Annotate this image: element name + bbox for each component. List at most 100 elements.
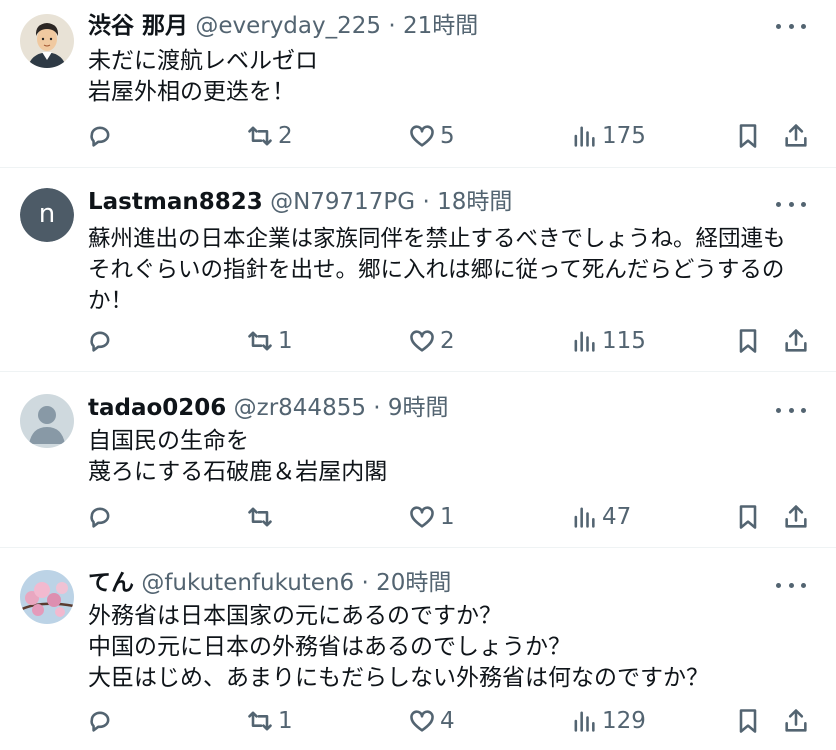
view-count: 47: [602, 504, 632, 530]
separator-dot: ·: [361, 570, 369, 596]
views-chart-icon: [574, 507, 595, 528]
retweet-button[interactable]: 1: [246, 703, 293, 739]
like-count: 5: [440, 123, 455, 149]
more-options-icon[interactable]: [776, 14, 806, 38]
tweet-header: tadao0206 @zr844855 · 9時間: [88, 393, 449, 423]
action-bar: 1 47: [0, 499, 836, 535]
separator-dot: ·: [422, 189, 430, 215]
reply-button[interactable]: [86, 323, 118, 359]
retweet-count: 1: [278, 708, 293, 734]
retweet-button[interactable]: 1: [246, 323, 293, 359]
timestamp[interactable]: 21時間: [403, 13, 478, 39]
reply-icon: [90, 126, 110, 147]
user-handle[interactable]: @zr844855: [234, 395, 366, 421]
bookmark-icon: [739, 505, 757, 529]
bookmark-button[interactable]: [734, 499, 762, 535]
avatar[interactable]: [20, 394, 74, 448]
tweet-header: Lastman8823 @N79717PG · 18時間: [88, 187, 512, 217]
tweet-text-line: 岩屋外相の更迭を！: [88, 79, 295, 105]
tweet-text-line: か！: [88, 288, 134, 314]
separator-dot: ·: [373, 395, 381, 421]
views-chart-icon: [574, 126, 595, 147]
tweet-text-line: 外務省は日本国家の元にあるのですか？: [88, 603, 502, 629]
bookmark-icon: [739, 124, 757, 148]
tweet-header: 渋谷 那月 @everyday_225 · 21時間: [88, 11, 478, 41]
like-count: 1: [440, 504, 455, 530]
like-count: 2: [440, 328, 455, 354]
action-bar: 1 2 115: [0, 323, 836, 359]
display-name[interactable]: Lastman8823: [88, 189, 263, 215]
avatar-letter: n: [38, 199, 56, 229]
tweet[interactable]: tadao0206 @zr844855 · 9時間 自国民の生命を 蔑ろにする石…: [0, 372, 836, 548]
share-button[interactable]: [782, 703, 810, 739]
like-button[interactable]: 2: [408, 323, 455, 359]
reply-button[interactable]: [86, 118, 118, 154]
tweet-text-line: 蔑ろにする石破鹿＆岩屋内閣: [88, 459, 388, 485]
like-button[interactable]: 5: [408, 118, 455, 154]
views-chart-icon: [574, 331, 595, 352]
share-button[interactable]: [782, 323, 810, 359]
cherry-blossom-avatar-icon: [20, 570, 74, 624]
retweet-button[interactable]: 2: [246, 118, 293, 154]
display-name[interactable]: 渋谷 那月: [88, 13, 188, 39]
share-icon: [785, 124, 807, 147]
like-count: 4: [440, 708, 455, 734]
timestamp[interactable]: 20時間: [376, 570, 451, 596]
views-button[interactable]: 129: [570, 703, 646, 739]
views-chart-icon: [574, 711, 595, 732]
view-count: 175: [602, 123, 646, 149]
share-icon: [785, 709, 807, 732]
avatar[interactable]: n: [20, 188, 74, 242]
tweet-text-line: それぐらいの指針を出せ。郷に入れは郷に従って死んだらどうするの: [88, 257, 785, 283]
separator-dot: ·: [388, 13, 396, 39]
action-bar: 2 5 175: [0, 118, 836, 154]
user-handle[interactable]: @everyday_225: [195, 13, 381, 39]
reply-icon: [90, 331, 110, 352]
retweet-icon: [248, 507, 272, 527]
tweet-text: 自国民の生命を 蔑ろにする石破鹿＆岩屋内閣: [88, 426, 387, 488]
retweet-count: 1: [278, 328, 293, 354]
bookmark-button[interactable]: [734, 703, 762, 739]
display-name[interactable]: tadao0206: [88, 395, 226, 421]
like-button[interactable]: 4: [408, 703, 455, 739]
reply-button[interactable]: [86, 499, 118, 535]
user-handle[interactable]: @N79717PG: [270, 189, 415, 215]
more-options-icon[interactable]: [776, 398, 806, 422]
retweet-icon: [248, 331, 272, 351]
like-button[interactable]: 1: [408, 499, 455, 535]
views-button[interactable]: 47: [570, 499, 631, 535]
more-options-icon[interactable]: [776, 192, 806, 216]
tweet-text-line: 蘇州進出の日本企業は家族同伴を禁止するべきでしょうね。経団連も: [88, 226, 786, 252]
views-button[interactable]: 175: [570, 118, 646, 154]
tweet-text-line: 大臣はじめ、あまりにもだらしない外務省は何なのですか？: [88, 665, 709, 691]
tweet[interactable]: n Lastman8823 @N79717PG · 18時間 蘇州進出の日本企業…: [0, 168, 836, 372]
retweet-button[interactable]: [246, 499, 278, 535]
bookmark-icon: [739, 329, 757, 353]
more-options-icon[interactable]: [776, 573, 806, 597]
user-handle[interactable]: @fukutenfukuten6: [141, 570, 354, 596]
retweet-count: 2: [278, 123, 293, 149]
view-count: 115: [602, 328, 646, 354]
action-bar: 1 4 129: [0, 703, 836, 739]
share-button[interactable]: [782, 499, 810, 535]
tweet[interactable]: 渋谷 那月 @everyday_225 · 21時間 未だに渡航レベルゼロ 岩屋…: [0, 0, 836, 168]
reply-icon: [90, 507, 110, 528]
avatar[interactable]: [20, 570, 74, 624]
timestamp[interactable]: 9時間: [388, 395, 449, 421]
bookmark-button[interactable]: [734, 323, 762, 359]
heart-icon: [410, 330, 434, 352]
display-name[interactable]: てん: [88, 570, 134, 596]
default-person-avatar-icon: [20, 394, 74, 448]
tweet-text: 未だに渡航レベルゼロ 岩屋外相の更迭を！: [88, 46, 318, 108]
tweet-text-line: 自国民の生命を: [88, 428, 249, 454]
share-icon: [785, 329, 807, 352]
avatar[interactable]: [20, 14, 74, 68]
reply-button[interactable]: [86, 703, 118, 739]
tweet[interactable]: てん @fukutenfukuten6 · 20時間 外務省は日本国家の元にある…: [0, 548, 836, 750]
tweet-text: 外務省は日本国家の元にあるのですか？ 中国の元に日本の外務省はあるのでしょうか？…: [88, 601, 709, 694]
timestamp[interactable]: 18時間: [437, 189, 512, 215]
bookmark-button[interactable]: [734, 118, 762, 154]
views-button[interactable]: 115: [570, 323, 646, 359]
share-button[interactable]: [782, 118, 810, 154]
heart-icon: [410, 125, 434, 147]
